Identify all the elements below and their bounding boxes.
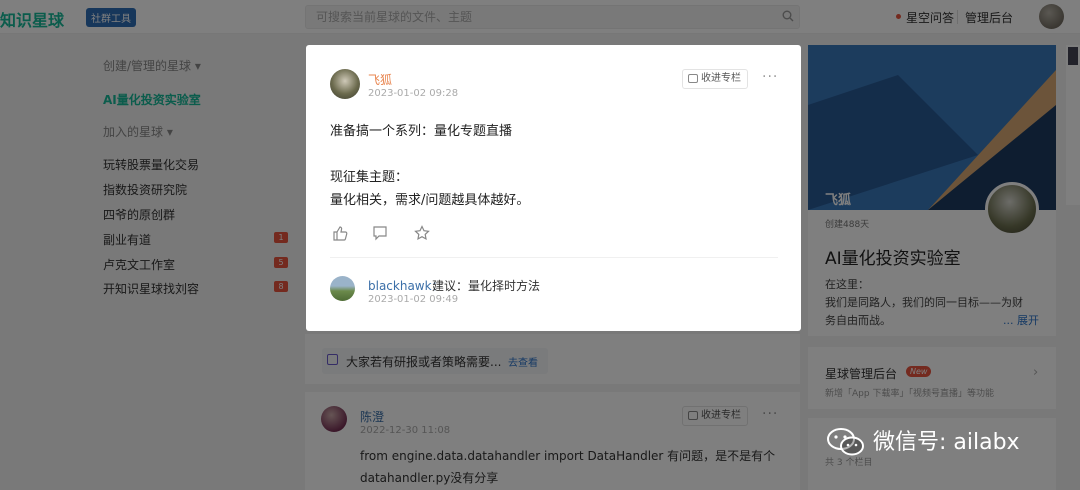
post-time: 2023-01-02 09:28 (368, 88, 459, 99)
like-icon[interactable] (332, 225, 348, 241)
column-icon (688, 74, 698, 83)
collect-to-column-button[interactable]: 收进专栏 (682, 69, 748, 89)
wechat-watermark: 微信号: ailabx (873, 430, 1020, 455)
post-text-line: 量化相关，需求/问题越具体越好。 (330, 193, 530, 208)
author-name[interactable]: 飞狐 (368, 71, 392, 88)
comment-text: 建议：量化择时方法 (432, 279, 541, 293)
star-icon[interactable] (414, 225, 430, 241)
post-text-line: 现征集主题： (330, 170, 409, 185)
post-text-line: 准备搞一个系列：量化专题直播 (330, 124, 513, 139)
more-options-icon[interactable]: ··· (762, 69, 778, 85)
comment-icon[interactable] (372, 225, 388, 241)
commenter-avatar[interactable] (330, 276, 355, 301)
author-avatar[interactable] (330, 69, 360, 99)
comment-time: 2023-01-02 09:49 (368, 294, 459, 305)
wechat-icon (827, 428, 864, 456)
comment-divider (330, 257, 778, 258)
